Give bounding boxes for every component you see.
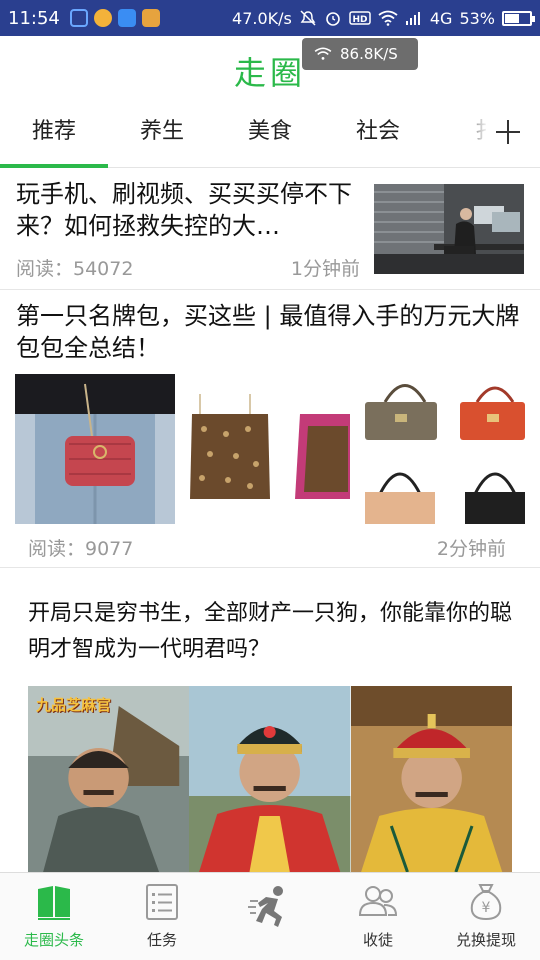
article-card[interactable]: 第一只名牌包，买这些 | 最值得入手的万元大牌包包全总结！ 阅读：9077 2分… xyxy=(0,290,540,568)
nav-redeem[interactable]: ¥ 兑换提现 xyxy=(432,873,540,960)
bottom-nav: 走圈头条 任务 收徒 ¥ 兑换提现 xyxy=(0,872,540,960)
read-count: 阅读：9077 xyxy=(28,538,134,560)
nav-label: 兑换提现 xyxy=(455,931,516,949)
signal-icon xyxy=(405,12,420,25)
battery-icon xyxy=(502,10,535,26)
nav-label: 任务 xyxy=(146,931,177,949)
wifi-icon xyxy=(378,10,398,26)
nav-label: 走圈头条 xyxy=(23,931,84,949)
status-bar: 11:54 47.0K/s HD 4G 53% xyxy=(0,0,540,36)
tab-fade xyxy=(458,102,488,166)
mute-bell-icon xyxy=(300,10,316,26)
article-image xyxy=(190,374,350,524)
add-tab-icon[interactable] xyxy=(488,112,528,152)
tab-recommend[interactable]: 推荐 xyxy=(0,102,108,168)
book-icon xyxy=(38,886,70,920)
alarm-icon xyxy=(326,12,340,26)
battery-percent: 53% xyxy=(459,8,495,28)
network-type: 4G xyxy=(429,8,453,28)
publish-time: 1分钟前 xyxy=(290,258,360,280)
hd-icon: HD xyxy=(349,11,371,25)
network-speed-toast: 86.8K/S xyxy=(302,38,418,70)
lock-app-icon xyxy=(69,9,88,27)
news-feed: 玩手机、刷视频、买买买停不下来？如何拯救失控的大… 阅读：54072 1分钟前 xyxy=(0,170,540,872)
list-icon xyxy=(146,884,178,920)
publish-time: 2分钟前 xyxy=(436,538,506,560)
nav-tasks[interactable]: 任务 xyxy=(108,873,216,960)
plus-app-icon xyxy=(93,9,112,27)
article-title: 第一只名牌包，买这些 | 最值得入手的万元大牌包包全总结！ xyxy=(16,302,520,362)
ad-image xyxy=(189,686,351,872)
scan-app-icon xyxy=(117,9,136,27)
article-image xyxy=(365,374,525,524)
users-icon xyxy=(358,886,398,916)
image-row xyxy=(15,374,525,524)
toast-speed: 86.8K/S xyxy=(340,45,398,63)
read-count: 阅读：54072 xyxy=(16,258,134,280)
status-time: 11:54 xyxy=(8,7,60,29)
ad-title: 开局只是穷书生，全部财产一只狗，你能靠你的聪明才智成为一代明君吗？ xyxy=(28,601,513,662)
nav-disciples[interactable]: 收徒 xyxy=(324,873,432,960)
ad-image xyxy=(350,686,512,872)
article-card[interactable]: 玩手机、刷视频、买买买停不下来？如何拯救失控的大… 阅读：54072 1分钟前 xyxy=(0,170,540,290)
svg-text:HD: HD xyxy=(352,15,367,25)
ad-image: 九品芝麻官 xyxy=(28,686,190,872)
app-header: 走圈 86.8K/S xyxy=(0,36,540,102)
svg-text:¥: ¥ xyxy=(482,900,491,916)
wifi-icon xyxy=(314,47,332,60)
orange-app-icon xyxy=(141,9,160,27)
nav-walk[interactable] xyxy=(216,873,324,960)
app-title: 走圈 xyxy=(233,54,306,92)
article-image xyxy=(15,374,175,524)
network-speed: 47.0K/s xyxy=(232,8,292,28)
ad-card[interactable]: 开局只是穷书生，全部财产一只狗，你能靠你的聪明才智成为一代明君吗？ 九品芝麻官 xyxy=(0,568,540,872)
article-thumbnail xyxy=(374,184,524,274)
tab-health[interactable]: 养生 xyxy=(108,102,216,166)
tab-society[interactable]: 社会 xyxy=(324,102,432,166)
nav-label: 收徒 xyxy=(362,931,393,949)
running-man-icon xyxy=(248,886,283,927)
game-logo: 九品芝麻官 xyxy=(36,696,112,714)
nav-headlines[interactable]: 走圈头条 xyxy=(0,873,108,960)
money-bag-icon: ¥ xyxy=(470,884,502,921)
article-title: 玩手机、刷视频、买买买停不下来？如何拯救失控的大… xyxy=(16,180,352,240)
category-tabs: 推荐 养生 美食 社会 扌 xyxy=(0,102,540,168)
ad-image-row: 九品芝麻官 xyxy=(28,686,512,872)
app-screen: 11:54 47.0K/s HD 4G 53% 走圈 86.8K/S 推荐 养生 xyxy=(0,0,540,960)
tab-food[interactable]: 美食 xyxy=(216,102,324,166)
